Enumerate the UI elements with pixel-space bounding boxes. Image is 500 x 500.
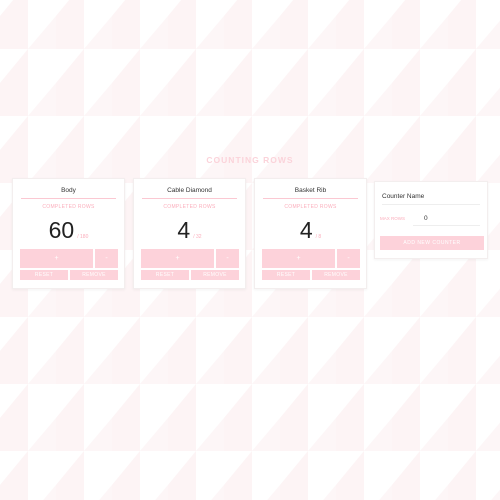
- counter-name: Cable Diamond: [167, 187, 212, 194]
- max-rows-label: MAX ROWS: [380, 216, 406, 221]
- new-counter-card: Counter Name MAX ROWS 0 ADD NEW COUNTER: [374, 181, 488, 259]
- page-title: COUNTING ROWS: [206, 155, 294, 165]
- total-rows: / 8: [315, 234, 322, 240]
- decrement-button[interactable]: -: [95, 249, 118, 268]
- count-value: 4: [177, 217, 191, 243]
- completed-rows-label: COMPLETED ROWS: [284, 204, 337, 210]
- decrement-button[interactable]: -: [216, 249, 239, 268]
- counter-name: Basket Rib: [294, 187, 327, 194]
- reset-button[interactable]: RESET: [262, 270, 310, 280]
- add-counter-button[interactable]: ADD NEW COUNTER: [380, 236, 484, 250]
- counter-name-input[interactable]: Counter Name: [382, 190, 480, 205]
- completed-rows-label: COMPLETED ROWS: [163, 204, 216, 210]
- row-count: 60/ 180: [13, 217, 124, 244]
- divider: [21, 198, 116, 199]
- increment-button[interactable]: +: [262, 249, 335, 268]
- counter-card-body: Body COMPLETED ROWS 60/ 180 + - RESET RE…: [12, 178, 125, 289]
- counter-card-cable-diamond: Cable Diamond COMPLETED ROWS 4/ 32 + - R…: [133, 178, 246, 289]
- remove-button[interactable]: REMOVE: [70, 270, 118, 280]
- row-count: 4/ 32: [134, 217, 245, 244]
- count-value: 60: [48, 217, 75, 243]
- count-value: 4: [299, 217, 313, 243]
- increment-button[interactable]: +: [20, 249, 93, 268]
- reset-button[interactable]: RESET: [20, 270, 68, 280]
- counter-card-basket-rib: Basket Rib COMPLETED ROWS 4/ 8 + - RESET…: [254, 178, 367, 289]
- divider: [263, 198, 358, 199]
- counter-name: Body: [61, 187, 76, 194]
- remove-button[interactable]: REMOVE: [191, 270, 239, 280]
- increment-button[interactable]: +: [141, 249, 214, 268]
- total-rows: / 180: [77, 234, 89, 240]
- total-rows: / 32: [193, 234, 202, 240]
- remove-button[interactable]: REMOVE: [312, 270, 360, 280]
- row-count: 4/ 8: [255, 217, 366, 244]
- max-rows-input[interactable]: 0: [413, 212, 480, 226]
- completed-rows-label: COMPLETED ROWS: [42, 204, 95, 210]
- reset-button[interactable]: RESET: [141, 270, 189, 280]
- decrement-button[interactable]: -: [337, 249, 360, 268]
- divider: [142, 198, 237, 199]
